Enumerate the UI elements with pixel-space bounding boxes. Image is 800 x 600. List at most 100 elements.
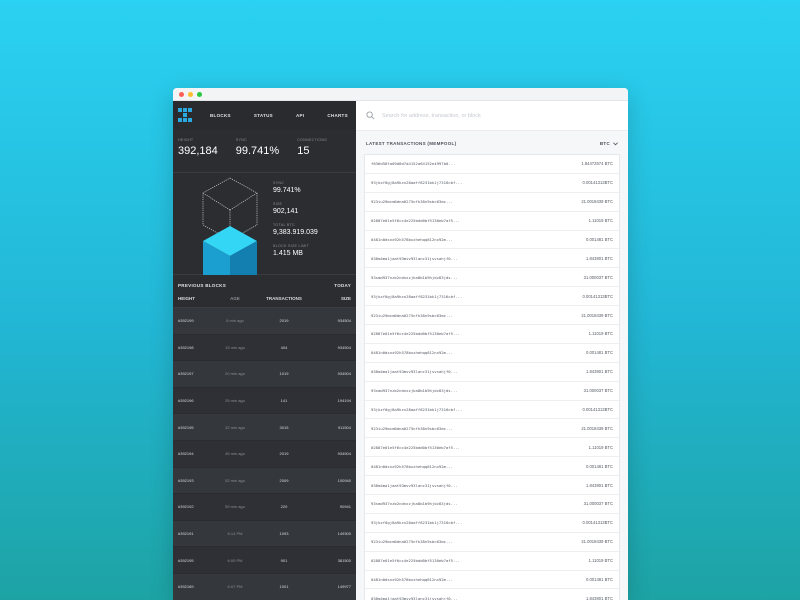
transaction-row[interactable]: 0481n0dsnx92h578bxzhehqq812nx92m... 0.001… — [365, 344, 619, 363]
transaction-hash[interactable]: 93smd937nzb2ndnxzjka8b1b9hjdz83jds... — [371, 501, 458, 506]
col-size[interactable]: SIZE — [312, 296, 351, 307]
block-row[interactable]: #392189 6:07 PM 1001 149977 — [173, 573, 356, 600]
block-age: 52 min ago — [225, 477, 245, 483]
stat-value: 99.741% — [235, 145, 280, 157]
block-row[interactable]: #392194 45 min ago 2019 934504 — [173, 440, 356, 468]
maximize-window-dot[interactable] — [197, 91, 202, 97]
transaction-row[interactable]: 02887e01e5f6cc4e225bdd0bf5130eb7af5... 1.… — [365, 212, 619, 231]
block-transactions: 1019 — [279, 371, 289, 377]
transaction-hash[interactable]: 038m4ma1jaat93mvv93lanc31jsvsahjf0... — [371, 369, 458, 374]
transaction-row[interactable]: 93jkxf0gj8a9kcn28aaff8231bk1j7316cbf... 0… — [365, 401, 619, 420]
search-icon[interactable] — [366, 111, 375, 120]
info-label: SYNC — [273, 181, 285, 185]
transaction-hash[interactable]: 93jkxf0gj8a9kcn28aaff8231bk1j7316cbf... — [371, 520, 462, 525]
transaction-hash[interactable]: 93smd937nzb2ndnxzjka8b1b9hjdz83jds... — [371, 388, 458, 393]
transaction-hash[interactable]: 0481n0dsnx92h578bxzhehqq812nx92m... — [371, 350, 453, 355]
transaction-hash[interactable]: 923iu29mcm0dna0275nfk38n9sbc63mc... — [371, 313, 453, 318]
block-size: 194194 — [337, 398, 351, 404]
block-size: 100940 — [337, 477, 351, 483]
block-row[interactable]: #392196 25 min ago 141 194194 — [173, 387, 356, 415]
block-size: 149300 — [337, 531, 351, 537]
transaction-row[interactable]: 93smd937nzb2ndnxzjka8b1b9hjdz83jds... 31.… — [365, 268, 619, 288]
block-transactions: 220 — [280, 504, 288, 510]
transaction-row[interactable]: 02887e01e5f6cc4e225bdd0bf5130eb7af5... 1.… — [365, 552, 619, 571]
transaction-row[interactable]: 0481n0dsnx92h578bxzhehqq812nx92m... 0.001… — [365, 457, 619, 477]
transaction-row[interactable]: 0481n0dsnx92h578bxzhehqq812nx92m... 0.001… — [365, 231, 619, 250]
transaction-hash[interactable]: 02887e01e5f6cc4e225bdd0bf5130eb7af5... — [371, 558, 460, 563]
block-height: #392196 — [178, 398, 194, 404]
transaction-hash[interactable]: 0481n0dsnx92h578bxzhehqq812nx92m... — [371, 237, 453, 242]
minimize-window-dot[interactable] — [188, 91, 193, 97]
transaction-row[interactable]: 93jkxf0gj8a9kcn28aaff8231bk1j7316cbf... 0… — [365, 174, 619, 193]
transaction-hash[interactable]: 038m4ma1jaat93mvv93lanc31jsvsahjf0... — [371, 256, 458, 261]
transaction-row[interactable]: 038m4ma1jaat93mvv93lanc31jsvsahjf0... 1.8… — [365, 476, 619, 496]
transaction-hash[interactable]: 93jkxf0gj8a9kcn28aaff8231bk1j7316cbf... — [371, 180, 462, 185]
nav-status[interactable]: STATUS — [254, 113, 273, 118]
transaction-row[interactable]: 93jkxf0gj8a9kcn28aaff8231bk1j7316cbf... 0… — [365, 287, 619, 307]
search-input[interactable] — [382, 112, 582, 119]
transaction-amount: 0.00141313BTC — [582, 407, 614, 413]
transaction-hash[interactable]: 02887e01e5f6cc4e225bdd0bf5130eb7af5... — [371, 445, 460, 450]
transaction-row[interactable]: 038m4ma1jaat93mvv93lanc31jsvsahjf0... 1.8… — [365, 363, 619, 382]
transaction-row[interactable]: 923iu29mcm0dna0275nfk38n9sbc63mc... 21.00… — [365, 306, 619, 326]
col-height[interactable]: HEIGHT — [178, 296, 214, 307]
block-transactions: 3015 — [279, 424, 289, 430]
block-row[interactable]: #392193 52 min ago 2009 100940 — [173, 467, 356, 495]
transaction-hash[interactable]: 038m4ma1jaat93mvv93lanc31jsvsahjf0... — [371, 596, 458, 600]
transaction-row[interactable]: 93smd937nzb2ndnxzjka8b1b9hjdz83jds... 31.… — [365, 382, 619, 401]
transaction-hash[interactable]: 923iu29mcm0dna0275nfk38n9sbc63mc... — [371, 539, 453, 544]
block-row[interactable]: #392195 32 min ago 3015 911504 — [173, 414, 356, 441]
block-row[interactable]: #392191 6:14 PM 1093 149300 — [173, 520, 356, 548]
transaction-row[interactable]: 923iu29mcm0dna0275nfk38n9sbc63mc... 21.00… — [365, 193, 619, 212]
block-size: 934504 — [337, 318, 351, 324]
transactions-header: LATEST TRANSACTIONS (MEMPOOL) BTC — [356, 131, 628, 154]
cube-icon — [202, 177, 258, 275]
block-row[interactable]: #392192 59 min ago 220 90941 — [173, 494, 356, 521]
transaction-hash[interactable]: 038m4ma1jaat93mvv93lanc31jsvsahjf0... — [371, 483, 458, 488]
info-value: 9,383.919.039 — [273, 229, 318, 236]
transaction-row[interactable]: 02887e01e5f6cc4e225bdd0bf5130eb7af5... 1.… — [365, 438, 619, 458]
block-age: 8 min ago — [226, 318, 244, 324]
nav-api[interactable]: API — [296, 113, 304, 118]
col-transactions[interactable]: TRANSACTIONS — [256, 296, 312, 307]
nav-charts[interactable]: CHARTS — [327, 113, 348, 118]
block-row[interactable]: #392197 20 min ago 1019 934504 — [173, 361, 356, 388]
block-row[interactable]: #392198 15 min ago 404 934504 — [173, 334, 356, 362]
transaction-row[interactable]: 038m4ma1jaat93mvv93lanc31jsvsahjf0... 1.8… — [365, 589, 619, 600]
stat-value: 392,184 — [178, 145, 218, 157]
filter-today[interactable]: TODAY — [334, 283, 351, 288]
transaction-row[interactable]: 93jkxf0gj8a9kcn28aaff8231bk1j7316cbf... 0… — [365, 514, 619, 533]
col-age[interactable]: AGE — [214, 296, 256, 307]
transaction-hash[interactable]: 02887e01e5f6cc4e225bdd0bf5130eb7af5... — [371, 218, 460, 223]
info-label: TOTAL BTC — [273, 223, 296, 227]
block-age: 32 min ago — [225, 424, 245, 430]
transaction-hash[interactable]: 93smd937nzb2ndnxzjka8b1b9hjdz83jds... — [371, 275, 458, 280]
transaction-hash[interactable]: 93jkxf0gj8a9kcn28aaff8231bk1j7316cbf... — [371, 407, 462, 412]
close-window-dot[interactable] — [179, 91, 184, 97]
transaction-amount: 31.000037 BTC — [583, 501, 613, 507]
transaction-row[interactable]: 02887e01e5f6cc4e225bdd0bf5130eb7af5... 1.… — [365, 325, 619, 344]
transaction-hash[interactable]: 0481n0dsnx92h578bxzhehqq812nx92m... — [371, 464, 453, 469]
info-label: SIZE — [273, 202, 283, 206]
chevron-down-icon — [613, 141, 618, 145]
logo-icon[interactable] — [178, 108, 192, 122]
block-transactions: 901 — [280, 557, 288, 563]
block-height: #392191 — [178, 531, 194, 537]
block-row[interactable]: #392195 6:00 PM 901 381500 — [173, 547, 356, 574]
block-row[interactable]: #392199 8 min ago 2019 934504 — [173, 308, 356, 335]
transaction-hash[interactable]: 923iu29mcm0dna0275nfk38n9sbc63mc... — [371, 199, 453, 204]
currency-dropdown[interactable]: BTC — [600, 141, 618, 146]
transaction-row[interactable]: 93smd937nzb2ndnxzjka8b1b9hjdz83jds... 31.… — [365, 495, 619, 514]
transaction-row[interactable]: 923iu29mcm0dna0275nfk38n9sbc63mc... 21.00… — [365, 419, 619, 439]
transaction-hash[interactable]: 02887e01e5f6cc4e225bdd0bf5130eb7af5... — [371, 331, 460, 336]
transaction-row[interactable]: f636d58fa09d8d7d4152a64152e4997b0... 1.84… — [365, 155, 619, 174]
transaction-hash[interactable]: f636d58fa09d8d7d4152a64152e4997b0... — [371, 161, 455, 166]
block-height: #392195 — [178, 557, 194, 563]
transaction-hash[interactable]: 0481n0dsnx92h578bxzhehqq812nx92m... — [371, 577, 453, 582]
transaction-hash[interactable]: 93jkxf0gj8a9kcn28aaff8231bk1j7316cbf... — [371, 294, 462, 299]
transaction-row[interactable]: 0481n0dsnx92h578bxzhehqq812nx92m... 0.001… — [365, 571, 619, 590]
transaction-row[interactable]: 038m4ma1jaat93mvv93lanc31jsvsahjf0... 1.8… — [365, 249, 619, 269]
transaction-row[interactable]: 923iu29mcm0dna0275nfk38n9sbc63mc... 21.00… — [365, 533, 619, 552]
nav-blocks[interactable]: BLOCKS — [210, 113, 231, 118]
transaction-hash[interactable]: 923iu29mcm0dna0275nfk38n9sbc63mc... — [371, 426, 453, 431]
